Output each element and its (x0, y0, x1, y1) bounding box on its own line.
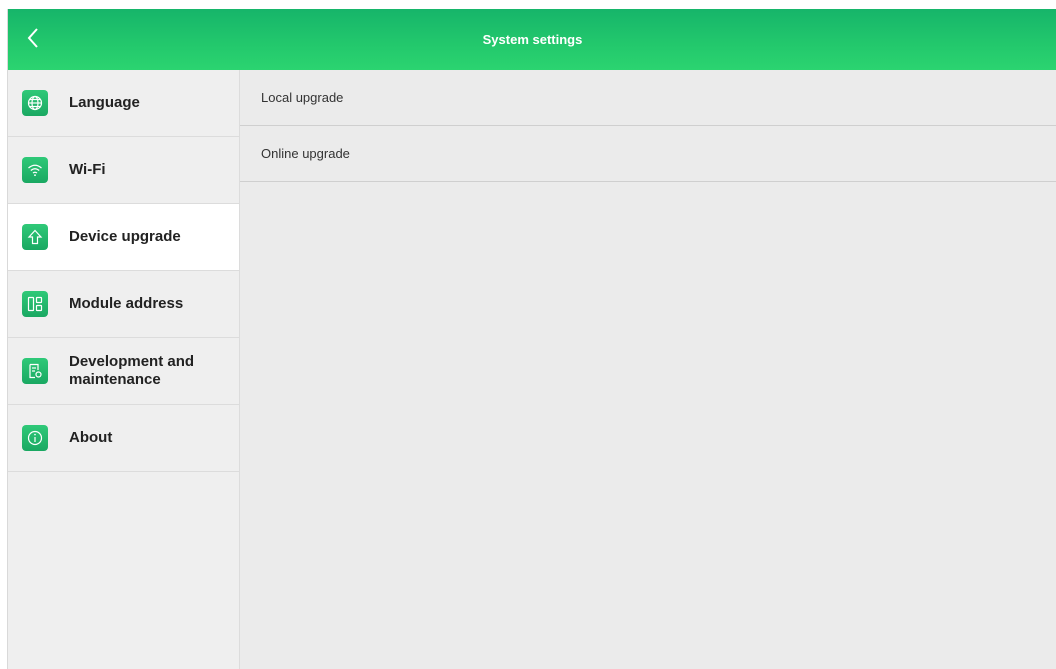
sidebar-item-device-upgrade[interactable]: Device upgrade (8, 204, 239, 271)
sidebar-item-label: Wi-Fi (69, 161, 106, 178)
globe-icon (22, 90, 48, 116)
sidebar-item-label: Module address (69, 295, 184, 312)
info-icon (22, 425, 48, 451)
row-label: Online upgrade (261, 146, 350, 161)
row-label: Local upgrade (261, 90, 344, 105)
sidebar-item-label: Language (69, 94, 140, 111)
sidebar-item-label: Device upgrade (69, 228, 181, 245)
sidebar-item-wifi[interactable]: Wi-Fi (8, 137, 239, 204)
online-upgrade-row[interactable]: Online upgrade › (240, 126, 1056, 182)
sidebar-item-module-address[interactable]: Module address (8, 271, 239, 338)
app-window: System settings Language Wi-Fi Device up… (7, 9, 1056, 669)
upgrade-arrow-icon (22, 224, 48, 250)
sidebar-item-about[interactable]: About (8, 405, 239, 472)
sidebar-item-label: About (69, 429, 113, 446)
main-content: Local upgrade › Online upgrade › (240, 70, 1056, 669)
module-grid-icon (22, 291, 48, 317)
wifi-icon (22, 157, 48, 183)
top-bar: System settings (8, 9, 1056, 70)
document-gear-icon (22, 358, 48, 384)
local-upgrade-row[interactable]: Local upgrade › (240, 70, 1056, 126)
sidebar-item-language[interactable]: Language (8, 70, 239, 137)
sidebar: Language Wi-Fi Device upgrade Module add… (8, 70, 240, 669)
page-title: System settings (482, 32, 583, 47)
sidebar-item-development-maintenance[interactable]: Development and maintenance (8, 338, 239, 405)
sidebar-item-label: Development and maintenance (69, 353, 195, 388)
